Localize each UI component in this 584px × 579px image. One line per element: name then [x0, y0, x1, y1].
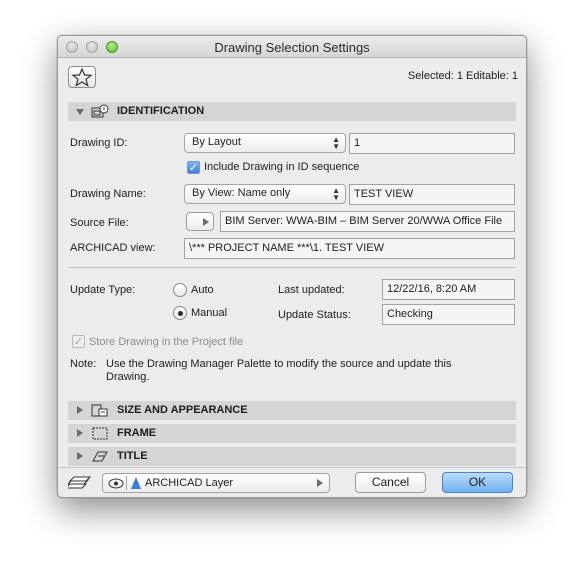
frame-section-header[interactable]: FRAME — [68, 424, 516, 443]
update-manual-radio[interactable] — [173, 306, 187, 320]
frame-section-title: FRAME — [117, 427, 157, 439]
title-section-title: TITLE — [117, 450, 148, 462]
triangle-right-icon[interactable] — [77, 429, 83, 437]
dialog-window: Drawing Selection Settings Selected: 1 E… — [57, 35, 527, 498]
update-auto-label: Auto — [191, 284, 214, 296]
triangle-down-icon[interactable] — [76, 109, 84, 115]
archicad-view-label: ARCHICAD view: — [70, 242, 156, 254]
frame-icon — [92, 427, 108, 440]
triangle-right-icon — [317, 479, 323, 487]
last-updated-label: Last updated: — [278, 284, 345, 296]
store-drawing-checkbox[interactable]: ✓ — [72, 335, 85, 348]
update-type-label: Update Type: — [70, 284, 136, 296]
layer-popup[interactable]: ARCHICAD Layer — [102, 473, 330, 493]
size-appearance-section-title: SIZE AND APPEARANCE — [117, 404, 248, 416]
ok-button[interactable]: OK — [442, 472, 513, 493]
size-appearance-icon — [91, 404, 108, 417]
popup-separator — [126, 476, 127, 490]
drawing-id-mode-popup[interactable]: By Layout ▲ ▼ — [184, 133, 346, 153]
identification-icon — [91, 104, 109, 118]
include-in-sequence-checkbox[interactable]: ✓ — [187, 161, 200, 174]
note-line-2: Drawing. — [106, 371, 150, 383]
update-auto-radio[interactable] — [173, 283, 187, 297]
triangle-right-icon — [203, 218, 209, 226]
identification-section-title: IDENTIFICATION — [117, 105, 205, 117]
layer-icon — [131, 477, 141, 489]
size-appearance-section-header[interactable]: SIZE AND APPEARANCE — [68, 401, 516, 420]
drawing-id-label: Drawing ID: — [70, 137, 128, 149]
drawing-name-field[interactable]: TEST VIEW — [349, 184, 515, 205]
drawing-name-label: Drawing Name: — [70, 188, 146, 200]
archicad-view-field: \*** PROJECT NAME ***\1. TEST VIEW — [184, 238, 515, 259]
update-status-field: Checking — [382, 304, 515, 325]
triangle-right-icon[interactable] — [77, 452, 83, 460]
update-status-label: Update Status: — [278, 309, 351, 321]
last-updated-field: 12/22/16, 8:20 AM — [382, 279, 515, 300]
include-in-sequence-label: Include Drawing in ID sequence — [204, 161, 360, 173]
popup-arrows-icon: ▲ ▼ — [332, 186, 340, 202]
update-manual-label: Manual — [191, 307, 228, 319]
source-file-label: Source File: — [70, 217, 129, 229]
layer-value: ARCHICAD Layer — [145, 477, 234, 489]
source-file-field[interactable]: BIM Server: WWA-BIM – BIM Server 20/WWA … — [220, 211, 515, 232]
eye-icon[interactable] — [108, 478, 124, 489]
title-bar[interactable]: Drawing Selection Settings — [58, 36, 526, 58]
divider — [68, 267, 516, 268]
drawing-id-mode-value: By Layout — [192, 136, 241, 148]
source-file-browse-button[interactable] — [186, 212, 214, 231]
radio-selected-dot — [178, 311, 183, 316]
selection-info: Selected: 1 Editable: 1 — [407, 70, 518, 82]
footer-divider — [58, 467, 526, 468]
layers-icon — [68, 476, 92, 489]
store-drawing-label: Store Drawing in the Project file — [89, 336, 244, 348]
title-section-header[interactable]: TITLE — [68, 447, 516, 466]
drawing-id-field[interactable]: 1 — [349, 133, 515, 154]
star-icon — [71, 67, 93, 87]
triangle-right-icon[interactable] — [77, 406, 83, 414]
favorites-button[interactable] — [68, 66, 96, 88]
cancel-button[interactable]: Cancel — [355, 472, 426, 493]
note-prefix: Note: — [70, 358, 97, 370]
popup-arrows-icon: ▲ ▼ — [332, 135, 340, 151]
drawing-name-mode-value: By View: Name only — [192, 187, 291, 199]
drawing-name-mode-popup[interactable]: By View: Name only ▲ ▼ — [184, 184, 346, 204]
title-icon — [92, 451, 108, 462]
identification-section-header[interactable]: IDENTIFICATION — [68, 102, 516, 121]
window-title: Drawing Selection Settings — [214, 40, 370, 55]
note-line-1: Use the Drawing Manager Palette to modif… — [106, 358, 452, 370]
